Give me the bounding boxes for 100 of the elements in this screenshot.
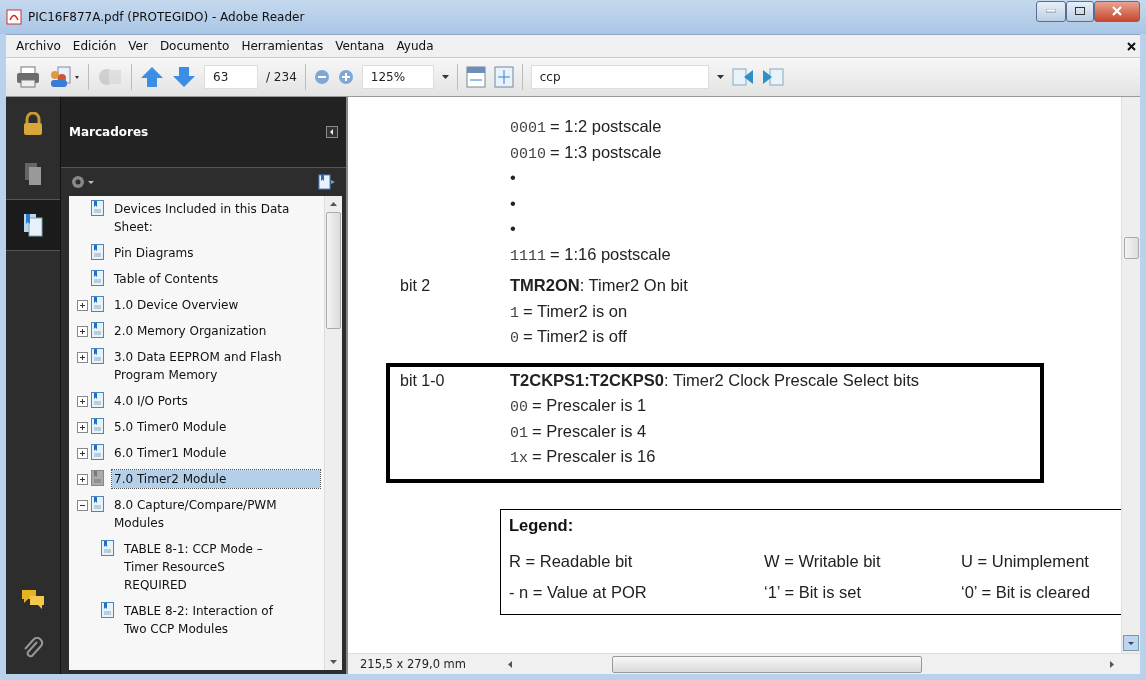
bookmark-item[interactable]: TABLE 8-1: CCP Mode – Timer ResourceS REQUIRED <box>122 540 276 594</box>
legend-text: ‘0’ = Bit is cleared <box>961 582 1092 602</box>
bit-label: bit 1-0 <box>400 371 446 390</box>
page-number-field[interactable]: 63 <box>204 65 258 89</box>
zoom-field[interactable]: 125% <box>361 65 434 89</box>
find-previous-button[interactable] <box>731 67 754 87</box>
close-icon <box>1112 6 1122 16</box>
description-text: 1 = Timer2 is on <box>510 301 628 322</box>
bookmark-item[interactable]: TABLE 8-2: Interaction of Two CCP Modules <box>122 602 276 638</box>
menu-item[interactable]: Edición <box>66 39 123 53</box>
next-page-button[interactable] <box>172 66 196 88</box>
bookmark-item[interactable]: Devices Included in this Data Sheet: <box>112 200 324 236</box>
bookmark-item[interactable]: 8.0 Capture/Compare/PWM Modules <box>112 496 324 532</box>
print-button[interactable] <box>16 66 40 88</box>
description-text: • <box>510 219 516 238</box>
scrollbar-thumb[interactable] <box>612 655 922 673</box>
bookmark-item[interactable]: 4.0 I/O Ports <box>112 392 190 410</box>
menu-item[interactable]: Herramientas <box>235 39 330 53</box>
scroll-down-arrow-icon[interactable] <box>330 660 337 664</box>
description-text: • <box>510 168 516 187</box>
lock-icon <box>23 112 43 136</box>
menu-item[interactable]: Archivo <box>10 39 67 53</box>
scrollbar[interactable] <box>1121 97 1140 653</box>
scrollbar-thumb[interactable] <box>326 212 341 329</box>
description-text: 00 = Prescaler is 1 <box>510 396 647 416</box>
comments-icon <box>21 588 45 610</box>
minimize-icon <box>1046 9 1056 13</box>
description-text: • <box>510 193 516 213</box>
legend-text: - n = Value at POR <box>509 582 648 602</box>
bookmark-item[interactable]: Table of Contents <box>112 270 221 288</box>
panel-title: Marcadores <box>69 125 149 139</box>
bookmark-icon <box>91 322 104 338</box>
bookmark-icon <box>101 540 114 556</box>
new-bookmark-icon[interactable] <box>318 174 336 190</box>
maximize-icon <box>1075 7 1085 15</box>
bookmark-icon <box>91 392 104 408</box>
menu-item[interactable]: Ver <box>122 39 154 53</box>
scrollbar-thumb[interactable] <box>1123 237 1139 259</box>
expand-toggle[interactable] <box>77 352 88 363</box>
bookmark-icon <box>91 418 104 434</box>
description-text: 01 = Prescaler is 4 <box>510 421 647 442</box>
bookmark-item[interactable]: 1.0 Device Overview <box>112 296 241 314</box>
description-text: 1x = Prescaler is 16 <box>510 447 656 467</box>
expand-toggle[interactable] <box>77 448 88 459</box>
expand-toggle[interactable] <box>77 474 88 485</box>
bookmark-icon <box>91 296 104 312</box>
pdf-icon <box>6 9 22 25</box>
menu-item[interactable]: Ayuda <box>390 39 440 53</box>
pages-icon <box>24 162 42 186</box>
menu-item[interactable]: Documento <box>153 39 236 53</box>
description-text: TMR2ON: Timer2 On bit <box>510 276 688 295</box>
expand-toggle[interactable] <box>77 300 88 311</box>
expand-toggle[interactable] <box>77 326 88 337</box>
description-text: 0010 = 1:3 postscale <box>510 142 662 163</box>
bookmark-item[interactable]: 2.0 Memory Organization <box>112 322 269 340</box>
collapse-toggle[interactable] <box>77 500 88 511</box>
bookmark-icon <box>91 444 104 460</box>
description-text: T2CKPS1:T2CKPS0: Timer2 Clock Prescale Select bits <box>510 370 919 390</box>
scroll-left-arrow-icon[interactable] <box>508 660 512 668</box>
bookmark-item[interactable]: 5.0 Timer0 Module <box>112 418 229 436</box>
bookmark-item[interactable]: 7.0 Timer2 Module <box>112 470 320 488</box>
expand-toggle[interactable] <box>77 396 88 407</box>
dropdown-arrow-icon[interactable] <box>441 75 449 79</box>
description-text: 0 = Timer2 is off <box>510 327 627 347</box>
share-button[interactable] <box>48 66 80 88</box>
legend-text: W = Writable bit <box>764 551 882 571</box>
scrollbar[interactable] <box>324 196 342 670</box>
description-text: 0001 = 1:2 postscale <box>510 117 662 137</box>
close-icon[interactable] <box>1127 41 1136 51</box>
bookmark-item[interactable]: Pin Diagrams <box>112 244 196 262</box>
bookmark-icon <box>91 270 104 286</box>
dropdown-arrow-icon[interactable] <box>716 75 724 79</box>
expand-toggle[interactable] <box>77 422 88 433</box>
collapse-panel-button[interactable] <box>326 126 338 138</box>
legend-text: U = Unimplement <box>961 551 1090 571</box>
bookmark-icon <box>91 348 104 364</box>
bookmarks-icon <box>23 213 43 237</box>
search-field[interactable]: ccp <box>530 65 709 89</box>
scroll-up-arrow-icon[interactable] <box>330 202 337 206</box>
page-size: 215,5 x 279,0 mm <box>359 657 468 671</box>
bookmark-item[interactable]: 3.0 Data EEPROM and Flash Program Memory <box>112 348 324 384</box>
find-next-button[interactable] <box>761 67 784 87</box>
legend-text: ‘1’ = Bit is set <box>764 582 863 602</box>
page-total: / 234 <box>266 70 297 84</box>
scroll-right-arrow-icon[interactable] <box>1110 660 1114 668</box>
bookmark-icon <box>91 200 104 216</box>
bookmark-item[interactable]: 6.0 Timer1 Module <box>112 444 229 462</box>
sidebar-tab[interactable] <box>6 199 60 251</box>
close-button[interactable] <box>1094 0 1140 22</box>
fit-width-button[interactable] <box>465 66 486 88</box>
minimize-button[interactable] <box>1036 0 1066 22</box>
previous-page-button[interactable] <box>140 66 164 88</box>
bookmark-icon <box>91 244 104 260</box>
legend-text: R = Readable bit <box>509 551 634 571</box>
menu-item[interactable]: Ventana <box>329 39 391 53</box>
maximize-button[interactable] <box>1066 0 1094 22</box>
bookmark-icon <box>91 496 104 512</box>
bookmark-icon <box>91 470 104 486</box>
gear-icon[interactable] <box>71 175 95 189</box>
bit-label: bit 2 <box>400 277 432 295</box>
